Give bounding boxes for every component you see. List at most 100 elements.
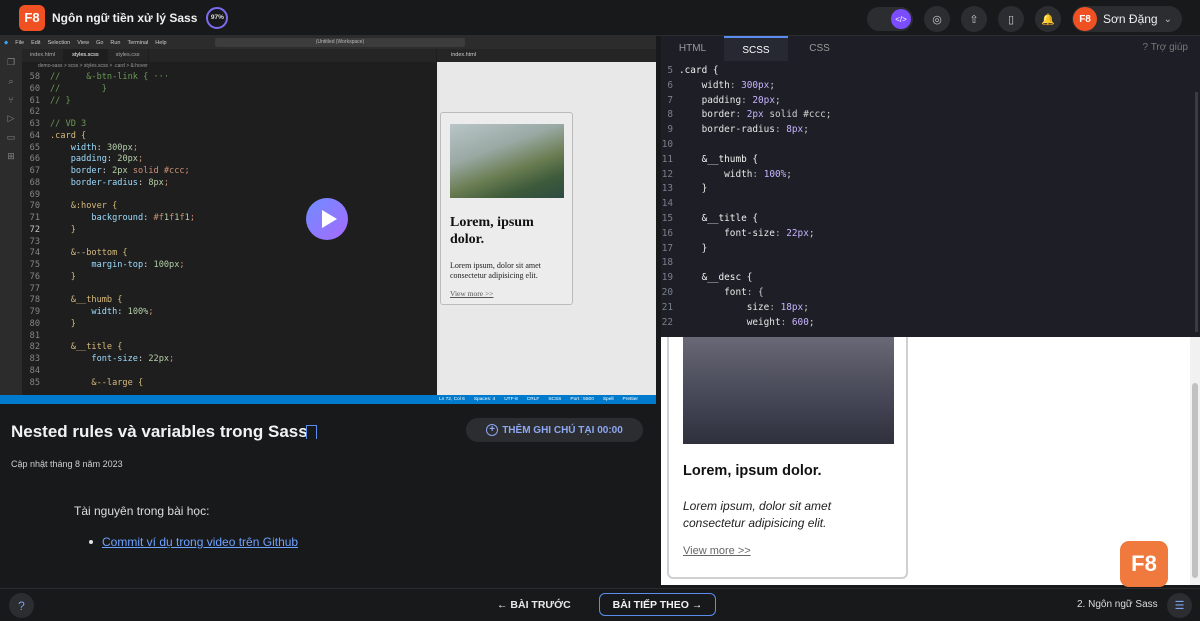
- bookmark-icon[interactable]: [306, 425, 317, 439]
- editor-line: 19 &__desc {: [661, 271, 1200, 286]
- line-number: 13: [661, 183, 673, 195]
- updated-date: Cập nhật tháng 8 năm 2023: [11, 459, 123, 469]
- code-line: 75 margin-top: 100px;: [22, 260, 436, 272]
- code-line: 69: [22, 190, 436, 202]
- menu-go: Go: [96, 39, 104, 46]
- help-link[interactable]: ? Trợ giúp: [1143, 42, 1188, 53]
- course-title: Ngôn ngữ tiền xử lý Sass: [52, 10, 198, 25]
- code-toggle[interactable]: </>: [867, 7, 914, 31]
- bell-icon[interactable]: 🔔: [1035, 6, 1062, 32]
- line-number: 64: [29, 130, 40, 141]
- extensions-icon: ⊞: [7, 151, 15, 161]
- live-preview: index.html Lorem, ipsum dolor. Lorem ips…: [437, 49, 656, 395]
- line-number: 82: [29, 342, 40, 353]
- code-text: font: {: [724, 286, 764, 298]
- add-note-button[interactable]: + THÊM GHI CHÚ TẠI 00:00: [466, 418, 643, 442]
- share-icon[interactable]: ⇧: [961, 6, 988, 32]
- f8-logo[interactable]: F8: [19, 4, 45, 31]
- result-scrollbar[interactable]: [1190, 337, 1200, 585]
- line-number: 60: [29, 83, 40, 94]
- remote-icon: ▭: [6, 132, 16, 142]
- line-number: 63: [29, 119, 40, 129]
- github-commit-link[interactable]: Commit ví dụ trong video trên Github: [102, 535, 298, 549]
- f8-badge[interactable]: F8: [1120, 541, 1168, 587]
- notes-icon[interactable]: ▯: [998, 6, 1025, 32]
- user-name: Sơn Đặng: [1103, 12, 1158, 26]
- tab-html[interactable]: HTML: [661, 36, 724, 61]
- code-text: .card {: [679, 65, 719, 76]
- chapter-label: 2. Ngôn ngữ Sass: [1077, 599, 1158, 610]
- prev-lesson-button[interactable]: ← BÀI TRƯỚC: [497, 599, 571, 611]
- tab-scss[interactable]: SCSS: [724, 36, 788, 61]
- editor-line: 16 font-size: 22px;: [661, 227, 1200, 242]
- line-number: 5: [667, 65, 673, 76]
- progress-ring: 97%: [206, 6, 229, 29]
- line-number: 22: [661, 316, 673, 328]
- code-text: width: 100%;: [91, 307, 154, 317]
- tab-css[interactable]: CSS: [788, 36, 851, 61]
- scroll-thumb[interactable]: [1192, 383, 1198, 578]
- result-card-more[interactable]: View more >>: [683, 545, 751, 557]
- line-number: 11: [661, 153, 673, 165]
- code-icon: </>: [891, 9, 912, 29]
- status-position: Ln 72, Col 6: [438, 397, 465, 402]
- editor-line: 22 weight: 600;: [661, 316, 1200, 331]
- plus-icon: +: [486, 424, 499, 436]
- menu-icon[interactable]: ☰: [1167, 593, 1192, 618]
- code-text: font-size: 22px;: [724, 227, 815, 239]
- code-text: }: [50, 271, 76, 282]
- preview-card-more: View more >>: [450, 289, 494, 298]
- editor-scrollbar[interactable]: [1195, 92, 1198, 332]
- code-text: &--large {: [50, 377, 144, 388]
- line-number: 62: [29, 107, 40, 118]
- status-spell: Spell: [602, 397, 614, 402]
- preview-card-title: Lorem, ipsum dolor.: [450, 215, 534, 247]
- help-button[interactable]: ?: [9, 593, 34, 618]
- code-text: }: [50, 224, 76, 235]
- next-lesson-button[interactable]: BÀI TIẾP THEO →: [599, 593, 716, 616]
- code-line: 76 }: [22, 272, 436, 284]
- code-line: 64 .card {: [22, 131, 436, 143]
- line-number: 17: [661, 242, 673, 254]
- code-text: }: [679, 242, 708, 254]
- code-line: 82 &__title {: [22, 342, 436, 354]
- user-menu[interactable]: F8 Sơn Đặng ⌄: [1072, 6, 1182, 32]
- line-number: 20: [661, 286, 673, 298]
- menu-selection: Selection: [47, 39, 71, 46]
- status-spaces: Spaces: 4: [473, 397, 496, 402]
- play-icon: [321, 210, 337, 228]
- status-eol: CRLF: [526, 397, 540, 402]
- vscode-statusbar: Ln 72, Col 6 Spaces: 4 UTF-8 CRLF SCSS P…: [0, 395, 656, 404]
- menu-file: File: [15, 39, 25, 46]
- bot-icon[interactable]: ◎: [924, 6, 951, 32]
- play-button[interactable]: [306, 198, 348, 240]
- line-number: 65: [29, 142, 40, 153]
- code-text: &__thumb {: [50, 295, 123, 306]
- line-number: 8: [667, 109, 673, 121]
- code-line: 67 border: 2px solid #ccc;: [22, 166, 436, 178]
- editor-code[interactable]: 5 .card {6 width: 300px; 7 padding: 20px; 8…: [661, 64, 1200, 330]
- code-text: width: 100%;: [724, 168, 792, 180]
- line-number: 19: [661, 272, 673, 284]
- menu-terminal: Terminal: [127, 39, 149, 46]
- code-text: // }: [50, 95, 71, 106]
- tab-styles-css: styles.css: [108, 49, 149, 62]
- code-editor: HTML SCSS CSS ? Trợ giúp 5 .card { 6 width…: [661, 36, 1200, 337]
- line-number: 74: [29, 248, 40, 259]
- line-number: 12: [661, 168, 673, 180]
- code-text: border: 2px solid #ccc;: [70, 166, 190, 176]
- line-number: 16: [661, 227, 673, 239]
- line-number: 67: [29, 166, 40, 176]
- lesson-video[interactable]: ◆ File Edit Selection View Go Run Termin…: [0, 36, 656, 404]
- footer-nav: ? ← BÀI TRƯỚC BÀI TIẾP THEO → 2. Ngôn ng…: [0, 588, 1200, 621]
- line-number: 72: [29, 224, 40, 235]
- help-label: Trợ giúp: [1150, 42, 1188, 53]
- editor-line: 6 width: 300px;: [661, 79, 1200, 94]
- code-text: &:hover {: [50, 201, 118, 212]
- code-text: // &-btn-link { ···: [50, 72, 169, 82]
- code-text: size: 18px;: [746, 301, 809, 313]
- code-line: 65 width: 300px;: [22, 143, 436, 155]
- chevron-down-icon: ⌄: [1163, 13, 1172, 25]
- code-line: 72 }: [22, 225, 436, 237]
- line-number: 80: [29, 318, 40, 329]
